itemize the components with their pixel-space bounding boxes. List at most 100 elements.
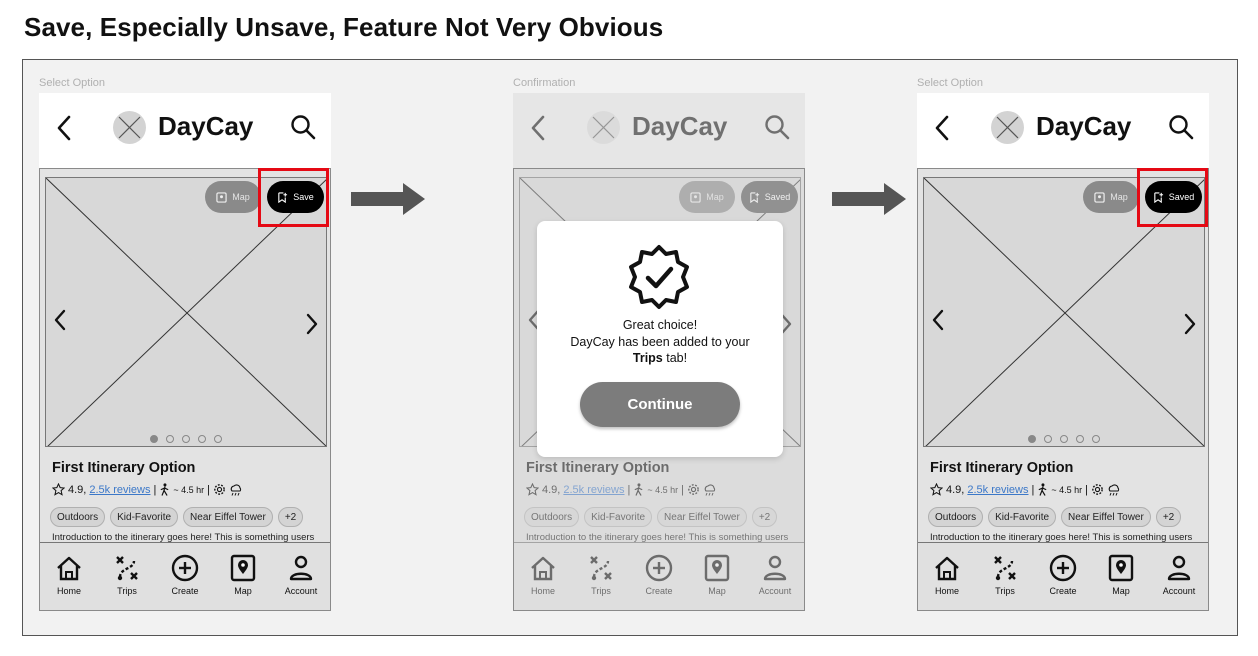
tag-chip[interactable]: Kid-Favorite xyxy=(110,507,179,527)
rating-value: 4.9, xyxy=(542,483,561,496)
tab-label: Home xyxy=(934,586,959,596)
carousel-next-icon[interactable] xyxy=(302,310,322,338)
tab-label: Account xyxy=(284,586,318,596)
carousel-dot[interactable] xyxy=(166,435,174,443)
carousel-dots xyxy=(924,435,1204,443)
app-name: DayCay xyxy=(632,111,728,141)
tag-more-chip[interactable]: +2 xyxy=(751,507,778,527)
carousel-dot[interactable] xyxy=(214,435,222,443)
tab-account[interactable]: Account xyxy=(1150,543,1208,610)
settings-gear-icon xyxy=(688,484,699,495)
continue-button[interactable]: Continue xyxy=(580,382,740,427)
map-button[interactable]: Map xyxy=(1083,181,1139,213)
carousel-prev-icon[interactable] xyxy=(50,306,70,334)
home-icon xyxy=(57,556,81,581)
carousel-dot[interactable] xyxy=(1076,435,1084,443)
map-button-label: Map xyxy=(232,192,250,202)
reviews-link[interactable]: 2.5k reviews xyxy=(563,484,624,496)
search-icon[interactable] xyxy=(1167,113,1195,141)
back-arrow-icon[interactable] xyxy=(527,113,549,143)
tab-label: Home xyxy=(530,586,555,596)
tag-more-chip[interactable]: +2 xyxy=(1155,507,1182,527)
map-button-label: Map xyxy=(706,192,724,202)
trips-icon xyxy=(590,556,612,581)
reviews-link[interactable]: 2.5k reviews xyxy=(89,484,150,496)
tab-label: Account xyxy=(1162,586,1196,596)
search-icon[interactable] xyxy=(763,113,791,141)
reviews-link[interactable]: 2.5k reviews xyxy=(967,484,1028,496)
carousel-dot[interactable] xyxy=(182,435,190,443)
tab-trips[interactable]: Trips xyxy=(572,543,630,610)
tab-home[interactable]: Home xyxy=(40,543,98,610)
tag-chip[interactable]: Near Eiffel Tower xyxy=(1061,507,1151,527)
tag-chip[interactable]: Near Eiffel Tower xyxy=(183,507,273,527)
carousel-next-icon[interactable] xyxy=(1180,310,1200,338)
phone-screen-confirmation: DayCay Map Saved First Itinerary Option xyxy=(513,93,805,611)
carousel-dot[interactable] xyxy=(1060,435,1068,443)
verified-badge-icon xyxy=(629,245,689,309)
flow-arrow-2 xyxy=(832,183,906,215)
tab-trips[interactable]: Trips xyxy=(98,543,156,610)
saved-button[interactable]: Saved xyxy=(741,181,798,213)
tab-map[interactable]: Map xyxy=(688,543,746,610)
rating-value: 4.9, xyxy=(68,483,87,496)
carousel-dot-active[interactable] xyxy=(1028,435,1036,443)
itinerary-title[interactable]: First Itinerary Option xyxy=(52,460,195,476)
carousel-dot[interactable] xyxy=(1044,435,1052,443)
tab-label: Create xyxy=(1049,586,1077,596)
tag-chip[interactable]: Kid-Favorite xyxy=(584,507,653,527)
tab-create[interactable]: Create xyxy=(630,543,688,610)
carousel-dot-active[interactable] xyxy=(150,435,158,443)
star-icon xyxy=(52,483,65,496)
carousel-dot[interactable] xyxy=(1092,435,1100,443)
settings-gear-icon xyxy=(214,484,225,495)
tag-chip[interactable]: Kid-Favorite xyxy=(988,507,1057,527)
tab-account[interactable]: Account xyxy=(746,543,804,610)
frame-label-2: Confirmation xyxy=(513,77,576,89)
itinerary-title[interactable]: First Itinerary Option xyxy=(526,460,669,476)
carousel-dot[interactable] xyxy=(198,435,206,443)
confirmation-modal: Great choice! DayCay has been added to y… xyxy=(537,221,783,457)
flow-arrow-1 xyxy=(351,183,425,215)
meta-separator: | xyxy=(207,483,210,496)
back-arrow-icon[interactable] xyxy=(53,113,75,143)
meta-separator: | xyxy=(681,483,684,496)
tag-chip[interactable]: Outdoors xyxy=(50,507,106,527)
map-button[interactable]: Map xyxy=(679,181,735,213)
map-icon xyxy=(1094,191,1105,203)
tab-label: Account xyxy=(758,586,792,596)
tab-home[interactable]: Home xyxy=(514,543,572,610)
map-icon xyxy=(230,554,256,582)
search-icon[interactable] xyxy=(289,113,317,141)
modal-message-suffix: tab! xyxy=(662,351,688,365)
tab-home[interactable]: Home xyxy=(918,543,976,610)
trips-icon xyxy=(994,556,1016,581)
itinerary-meta: 4.9, 2.5k reviews | ~ 4.5 hr | xyxy=(930,483,1121,496)
tag-chip[interactable]: Outdoors xyxy=(928,507,984,527)
tag-list: Outdoors Kid-Favorite Near Eiffel Tower … xyxy=(50,507,304,527)
tab-trips[interactable]: Trips xyxy=(976,543,1034,610)
map-button[interactable]: Map xyxy=(205,181,261,213)
back-arrow-icon[interactable] xyxy=(931,113,953,143)
logo-placeholder-icon xyxy=(587,111,620,144)
meta-separator: | xyxy=(627,483,631,496)
tab-create[interactable]: Create xyxy=(1034,543,1092,610)
tab-create[interactable]: Create xyxy=(156,543,214,610)
tab-label: Trips xyxy=(117,586,137,596)
tag-chip[interactable]: Near Eiffel Tower xyxy=(657,507,747,527)
map-icon xyxy=(216,191,227,203)
walking-icon xyxy=(161,483,169,496)
tag-more-chip[interactable]: +2 xyxy=(277,507,304,527)
duration-value: ~ 4.5 hr xyxy=(647,484,679,495)
tag-chip[interactable]: Outdoors xyxy=(524,507,580,527)
tab-map[interactable]: Map xyxy=(214,543,272,610)
carousel-dots xyxy=(46,435,326,443)
tab-map[interactable]: Map xyxy=(1092,543,1150,610)
star-icon xyxy=(930,483,943,496)
tab-account[interactable]: Account xyxy=(272,543,330,610)
itinerary-title[interactable]: First Itinerary Option xyxy=(930,460,1073,476)
bottom-tab-bar: Home Trips Create Map Account xyxy=(514,542,804,610)
account-icon xyxy=(1167,555,1191,581)
carousel-prev-icon[interactable] xyxy=(928,306,948,334)
home-icon xyxy=(935,556,959,581)
